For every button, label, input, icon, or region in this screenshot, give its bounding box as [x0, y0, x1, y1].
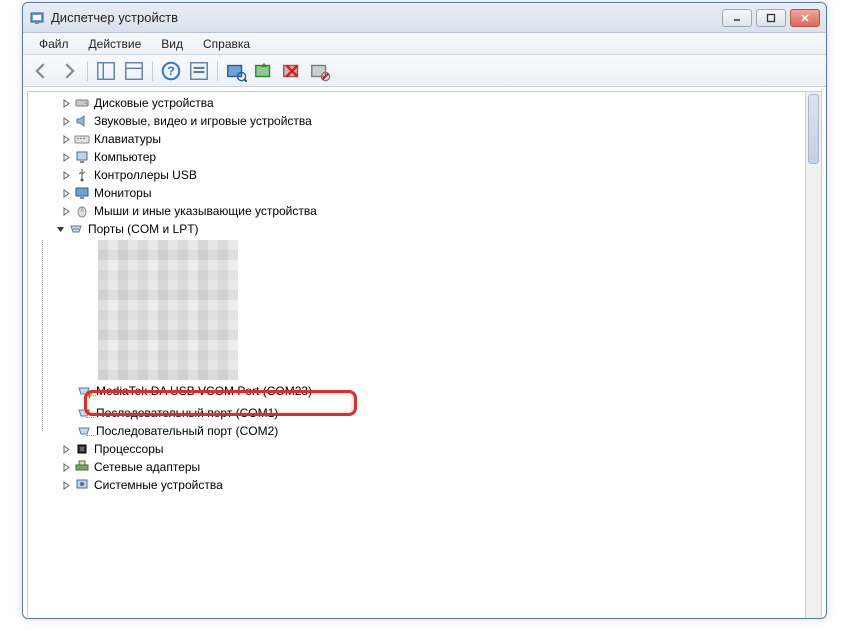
tree-node-monitor[interactable]: Мониторы: [32, 184, 819, 202]
tree-label: Звуковые, видео и игровые устройства: [94, 112, 312, 130]
action-details-button[interactable]: [187, 59, 211, 83]
tree-node-serial1[interactable]: Последовательный порт (COM1): [76, 404, 819, 422]
monitor-icon: [74, 185, 90, 201]
port-icon: [68, 221, 84, 237]
menu-action[interactable]: Действие: [79, 35, 152, 53]
update-driver-button[interactable]: [252, 59, 276, 83]
device-tree[interactable]: Дисковые устройства Звуковые, видео и иг…: [28, 92, 821, 496]
vertical-scrollbar[interactable]: [805, 92, 821, 619]
tree-label: Сетевые адаптеры: [94, 458, 200, 476]
tree-node-serial2[interactable]: Последовательный порт (COM2): [76, 422, 819, 440]
tree-label: Последовательный порт (COM1): [96, 404, 278, 422]
tree-node-ports[interactable]: Порты (COM и LPT): [32, 220, 819, 238]
cpu-icon: [74, 441, 90, 457]
close-button[interactable]: [790, 9, 820, 27]
chevron-right-icon[interactable]: [60, 153, 72, 162]
tree-node-audio[interactable]: Звуковые, видео и игровые устройства: [32, 112, 819, 130]
app-icon: [29, 10, 45, 26]
tree-label: Дисковые устройства: [94, 94, 214, 112]
scan-hardware-button[interactable]: [224, 59, 248, 83]
device-manager-window: Диспетчер устройств Файл Действие Вид Сп…: [22, 2, 827, 619]
properties-button[interactable]: [122, 59, 146, 83]
device-tree-panel: Дисковые устройства Звуковые, видео и иг…: [27, 91, 822, 619]
disable-button[interactable]: [308, 59, 332, 83]
tree-label: Порты (COM и LPT): [88, 220, 199, 238]
tree-node-system[interactable]: Системные устройства: [32, 476, 819, 494]
obscured-area: [98, 240, 238, 380]
toolbar: ?: [23, 55, 826, 87]
tree-label: Компьютер: [94, 148, 156, 166]
tree-node-network[interactable]: Сетевые адаптеры: [32, 458, 819, 476]
minimize-button[interactable]: [722, 9, 752, 27]
menu-file[interactable]: Файл: [29, 35, 79, 53]
tree-node-mouse[interactable]: Мыши и иные указывающие устройства: [32, 202, 819, 220]
usb-icon: [74, 167, 90, 183]
forward-button[interactable]: [57, 59, 81, 83]
speaker-icon: [74, 113, 90, 129]
tree-node-computer[interactable]: Компьютер: [32, 148, 819, 166]
menu-view[interactable]: Вид: [151, 35, 193, 53]
back-button[interactable]: [29, 59, 53, 83]
chevron-right-icon[interactable]: [60, 445, 72, 454]
tree-node-usb[interactable]: Контроллеры USB: [32, 166, 819, 184]
chevron-right-icon[interactable]: [60, 99, 72, 108]
chevron-right-icon[interactable]: [60, 171, 72, 180]
uninstall-button[interactable]: [280, 59, 304, 83]
tree-label: Последовательный порт (COM2): [96, 422, 278, 440]
window-title: Диспетчер устройств: [51, 10, 722, 25]
chevron-right-icon[interactable]: [60, 207, 72, 216]
port-icon: [76, 423, 92, 439]
maximize-button[interactable]: [756, 9, 786, 27]
menubar: Файл Действие Вид Справка: [23, 33, 826, 55]
tree-label: Мыши и иные указывающие устройства: [94, 202, 317, 220]
tree-label: Клавиатуры: [94, 130, 161, 148]
svg-text:?: ?: [167, 64, 175, 78]
tree-label: Системные устройства: [94, 476, 223, 494]
tree-label: MediaTek DA USB VCOM Port (COM23): [96, 382, 312, 400]
system-icon: [74, 477, 90, 493]
keyboard-icon: [74, 131, 90, 147]
chevron-down-icon[interactable]: [54, 225, 66, 234]
show-hide-tree-button[interactable]: [94, 59, 118, 83]
network-icon: [74, 459, 90, 475]
tree-node-cpu[interactable]: Процессоры: [32, 440, 819, 458]
disk-icon: [74, 95, 90, 111]
mouse-icon: [74, 203, 90, 219]
port-warning-icon: !: [76, 383, 92, 399]
tree-node-keyboard[interactable]: Клавиатуры: [32, 130, 819, 148]
tree-node-mediatek[interactable]: ! MediaTek DA USB VCOM Port (COM23): [76, 382, 819, 400]
titlebar: Диспетчер устройств: [23, 3, 826, 33]
chevron-right-icon[interactable]: [60, 135, 72, 144]
chevron-right-icon[interactable]: [60, 117, 72, 126]
scrollbar-thumb[interactable]: [808, 94, 819, 164]
computer-icon: [74, 149, 90, 165]
port-icon: [76, 405, 92, 421]
ports-children: ! MediaTek DA USB VCOM Port (COM23) Посл…: [32, 240, 819, 440]
menu-help[interactable]: Справка: [193, 35, 260, 53]
tree-label: Мониторы: [94, 184, 151, 202]
tree-node-disk[interactable]: Дисковые устройства: [32, 94, 819, 112]
tree-label: Контроллеры USB: [94, 166, 197, 184]
help-button[interactable]: ?: [159, 59, 183, 83]
chevron-right-icon[interactable]: [60, 463, 72, 472]
chevron-right-icon[interactable]: [60, 481, 72, 490]
chevron-right-icon[interactable]: [60, 189, 72, 198]
tree-label: Процессоры: [94, 440, 164, 458]
